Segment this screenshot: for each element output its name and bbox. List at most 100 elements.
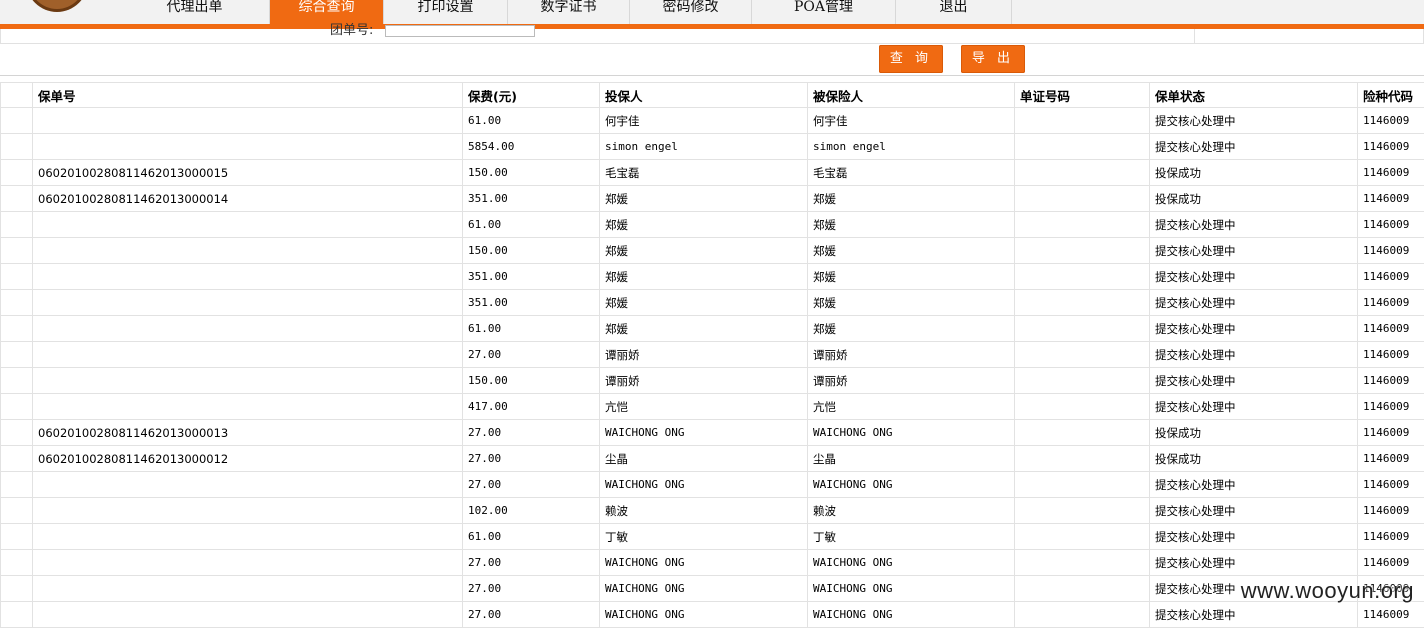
product-code-cell: 1146009 [1358,186,1424,212]
export-button[interactable]: 导 出 [961,45,1025,73]
table-row[interactable]: 06020100280811462013000015150.00毛宝磊毛宝磊投保… [1,160,1424,186]
applicant-cell: WAICHONG ONG [600,602,808,628]
group-policy-input[interactable] [385,25,535,37]
policy-status-cell: 提交核心处理中 [1150,368,1358,394]
premium-cell: 27.00 [463,550,600,576]
insured-cell: WAICHONG ONG [808,472,1015,498]
policy-number-cell [33,602,463,628]
tab-print-settings[interactable]: 打印设置 [384,0,508,24]
insured-cell: 丁敏 [808,524,1015,550]
select-col-header [1,83,33,108]
insured-cell: 何宇佳 [808,108,1015,134]
insured-cell: simon engel [808,134,1015,160]
query-button[interactable]: 查 询 [879,45,943,73]
applicant-header: 投保人 [600,83,808,108]
table-row[interactable]: 417.00亢恺亢恺提交核心处理中1146009 [1,394,1424,420]
document-number-cell [1015,524,1150,550]
policy-number-cell: 06020100280811462013000015 [33,160,463,186]
policy-number-cell [33,524,463,550]
policy-number-cell [33,134,463,160]
policy-status-cell: 提交核心处理中 [1150,602,1358,628]
premium-cell: 150.00 [463,160,600,186]
insured-cell: 郑媛 [808,264,1015,290]
document-number-cell [1015,238,1150,264]
insured-cell: 谭丽娇 [808,342,1015,368]
table-row[interactable]: 351.00郑媛郑媛提交核心处理中1146009 [1,264,1424,290]
table-row[interactable]: 27.00谭丽娇谭丽娇提交核心处理中1146009 [1,342,1424,368]
policy-status-cell: 提交核心处理中 [1150,342,1358,368]
document-number-cell [1015,368,1150,394]
policy-status-header: 保单状态 [1150,83,1358,108]
applicant-cell: 丁敏 [600,524,808,550]
product-code-cell: 1146009 [1358,446,1424,472]
table-row[interactable]: 61.00丁敏丁敏提交核心处理中1146009 [1,524,1424,550]
applicant-cell: 郑媛 [600,316,808,342]
tab-agent-issue[interactable]: 代理出单 [120,0,270,24]
group-policy-label: 团单号: [330,23,373,39]
applicant-cell: simon engel [600,134,808,160]
table-row[interactable]: 0602010028081146201300001327.00WAICHONG … [1,420,1424,446]
document-number-cell [1015,290,1150,316]
table-row[interactable]: 27.00WAICHONG ONGWAICHONG ONG提交核心处理中1146… [1,550,1424,576]
document-number-cell [1015,498,1150,524]
applicant-cell: 毛宝磊 [600,160,808,186]
policy-status-cell: 提交核心处理中 [1150,550,1358,576]
policy-status-cell: 投保成功 [1150,160,1358,186]
policy-status-cell: 提交核心处理中 [1150,238,1358,264]
table-row[interactable]: 27.00WAICHONG ONGWAICHONG ONG提交核心处理中1146… [1,602,1424,628]
table-row[interactable]: 150.00郑媛郑媛提交核心处理中1146009 [1,238,1424,264]
tab-password-change[interactable]: 密码修改 [630,0,752,24]
policy-number-cell [33,550,463,576]
applicant-cell: 尘晶 [600,446,808,472]
product-code-cell: 1146009 [1358,160,1424,186]
policy-status-cell: 提交核心处理中 [1150,134,1358,160]
table-row[interactable]: 61.00郑媛郑媛提交核心处理中1146009 [1,316,1424,342]
select-cell [1,290,33,316]
table-row[interactable]: 27.00WAICHONG ONGWAICHONG ONG提交核心处理中1146… [1,576,1424,602]
table-row[interactable]: 0602010028081146201300001227.00尘晶尘晶投保成功1… [1,446,1424,472]
select-cell [1,576,33,602]
document-number-cell [1015,134,1150,160]
tab-poa-management[interactable]: POA管理 [752,0,896,24]
policy-status-cell: 提交核心处理中 [1150,316,1358,342]
premium-cell: 27.00 [463,576,600,602]
policy-status-cell: 提交核心处理中 [1150,524,1358,550]
table-row[interactable]: 5854.00simon engelsimon engel提交核心处理中1146… [1,134,1424,160]
premium-cell: 27.00 [463,446,600,472]
table-row[interactable]: 102.00赖波赖波提交核心处理中1146009 [1,498,1424,524]
premium-cell: 61.00 [463,108,600,134]
search-row: 团单号: [0,29,1424,44]
select-cell [1,212,33,238]
table-row[interactable]: 150.00谭丽娇谭丽娇提交核心处理中1146009 [1,368,1424,394]
policy-number-cell [33,264,463,290]
product-code-cell: 1146009 [1358,368,1424,394]
select-cell [1,394,33,420]
policy-number-cell [33,394,463,420]
table-row[interactable]: 06020100280811462013000014351.00郑媛郑媛投保成功… [1,186,1424,212]
select-cell [1,160,33,186]
select-cell [1,446,33,472]
table-row[interactable]: 61.00郑媛郑媛提交核心处理中1146009 [1,212,1424,238]
product-code-cell: 1146009 [1358,134,1424,160]
tab-logout[interactable]: 退出 [896,0,1012,24]
applicant-cell: 谭丽娇 [600,368,808,394]
table-header-row: 保单号保费(元)投保人被保险人单证号码保单状态险种代码 [1,83,1424,108]
document-number-cell [1015,602,1150,628]
document-number-cell [1015,472,1150,498]
applicant-cell: 赖波 [600,498,808,524]
applicant-cell: 何宇佳 [600,108,808,134]
tab-comprehensive-query[interactable]: 综合查询 [270,0,384,24]
policy-status-cell: 提交核心处理中 [1150,264,1358,290]
policy-number-cell [33,316,463,342]
select-cell [1,238,33,264]
table-row[interactable]: 351.00郑媛郑媛提交核心处理中1146009 [1,290,1424,316]
table-row[interactable]: 61.00何宇佳何宇佳提交核心处理中1146009 [1,108,1424,134]
action-row: 查 询 导 出 [0,43,1424,76]
document-number-cell [1015,446,1150,472]
tab-digital-certificate[interactable]: 数字证书 [508,0,630,24]
top-nav-bar: 代理出单 综合查询 打印设置 数字证书 密码修改 POA管理 退出 [0,0,1424,24]
insured-cell: WAICHONG ONG [808,602,1015,628]
policy-status-cell: 提交核心处理中 [1150,212,1358,238]
document-number-cell [1015,186,1150,212]
table-row[interactable]: 27.00WAICHONG ONGWAICHONG ONG提交核心处理中1146… [1,472,1424,498]
